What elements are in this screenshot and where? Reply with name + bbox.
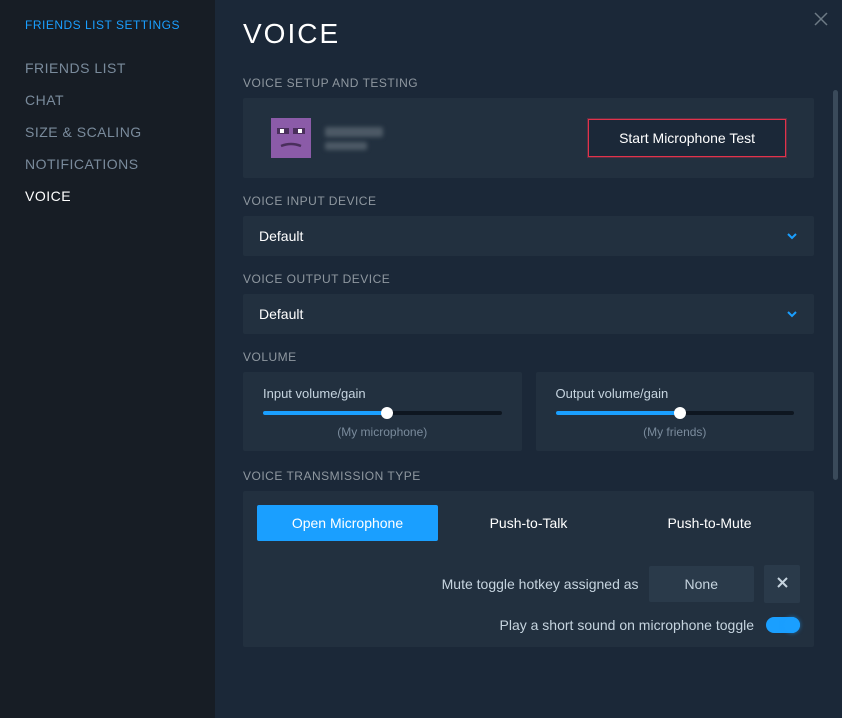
transmission-panel: Open Microphone Push-to-Talk Push-to-Mut… xyxy=(243,491,814,647)
section-label-input-device: VOICE INPUT DEVICE xyxy=(243,194,814,208)
sidebar-header: FRIENDS LIST SETTINGS xyxy=(0,18,215,52)
tab-open-microphone[interactable]: Open Microphone xyxy=(257,505,438,541)
voice-output-device-value: Default xyxy=(259,306,303,322)
tab-push-to-mute[interactable]: Push-to-Mute xyxy=(619,505,800,541)
voice-output-device-select[interactable]: Default xyxy=(243,294,814,334)
section-label-transmission: VOICE TRANSMISSION TYPE xyxy=(243,469,814,483)
hotkey-assign-button[interactable]: None xyxy=(649,566,754,602)
close-icon xyxy=(777,575,788,593)
output-volume-subtitle: (My friends) xyxy=(556,425,795,439)
input-volume-slider[interactable] xyxy=(263,411,502,415)
scrollbar[interactable] xyxy=(833,90,838,480)
voice-input-device-select[interactable]: Default xyxy=(243,216,814,256)
close-icon[interactable] xyxy=(814,10,828,31)
voice-setup-panel: Start Microphone Test xyxy=(243,98,814,178)
section-label-volume: VOLUME xyxy=(243,350,814,364)
user-name-redacted xyxy=(325,127,554,150)
output-volume-panel: Output volume/gain (My friends) xyxy=(536,372,815,451)
tab-push-to-talk[interactable]: Push-to-Talk xyxy=(438,505,619,541)
input-volume-title: Input volume/gain xyxy=(263,386,502,401)
input-volume-panel: Input volume/gain (My microphone) xyxy=(243,372,522,451)
output-volume-slider[interactable] xyxy=(556,411,795,415)
voice-input-device-value: Default xyxy=(259,228,303,244)
section-label-setup: VOICE SETUP AND TESTING xyxy=(243,76,814,90)
sound-toggle-label: Play a short sound on microphone toggle xyxy=(500,617,755,633)
hotkey-label: Mute toggle hotkey assigned as xyxy=(442,576,639,592)
page-title: VOICE xyxy=(243,18,814,50)
sidebar-item-size-scaling[interactable]: SIZE & SCALING xyxy=(0,116,215,148)
section-label-output-device: VOICE OUTPUT DEVICE xyxy=(243,272,814,286)
avatar xyxy=(271,118,311,158)
input-volume-subtitle: (My microphone) xyxy=(263,425,502,439)
start-mic-test-button[interactable]: Start Microphone Test xyxy=(588,119,786,157)
sidebar-item-friends-list[interactable]: FRIENDS LIST xyxy=(0,52,215,84)
chevron-down-icon xyxy=(786,230,798,242)
sound-toggle[interactable] xyxy=(766,617,800,633)
sidebar-item-voice[interactable]: VOICE xyxy=(0,180,215,212)
output-volume-title: Output volume/gain xyxy=(556,386,795,401)
sidebar-item-chat[interactable]: CHAT xyxy=(0,84,215,116)
chevron-down-icon xyxy=(786,308,798,320)
hotkey-clear-button[interactable] xyxy=(764,565,800,603)
sidebar-item-notifications[interactable]: NOTIFICATIONS xyxy=(0,148,215,180)
